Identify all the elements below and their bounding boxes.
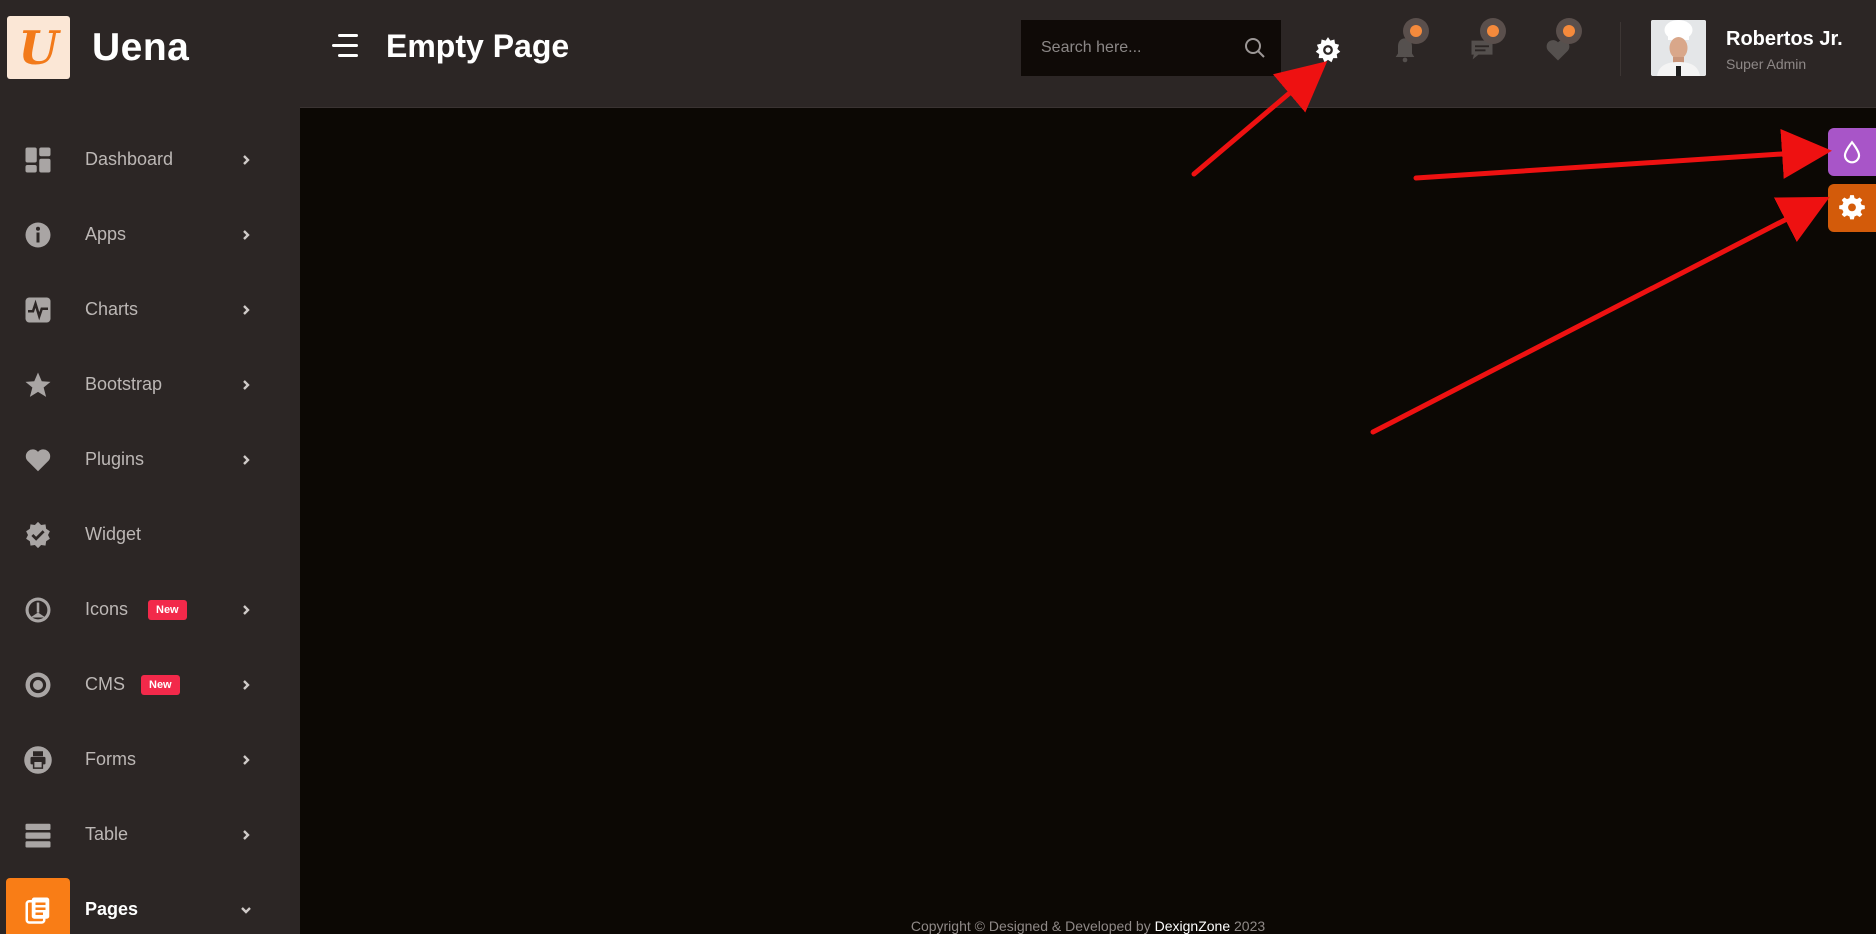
page-title: Empty Page bbox=[386, 28, 570, 64]
header-divider bbox=[1620, 22, 1621, 76]
gauge-icon bbox=[22, 594, 54, 626]
sidebar-item-icons[interactable]: Icons New bbox=[0, 572, 300, 647]
printer-icon bbox=[22, 744, 54, 776]
brand-name: Uena bbox=[92, 25, 190, 69]
theme-settings-icon[interactable] bbox=[1308, 30, 1348, 70]
heart-icon bbox=[22, 444, 54, 476]
theme-color-button[interactable] bbox=[1828, 128, 1876, 176]
user-name[interactable]: Robertos Jr. bbox=[1726, 28, 1843, 51]
sidebar-item-label: Forms bbox=[85, 749, 136, 769]
sidebar-item-cms[interactable]: CMS New bbox=[0, 647, 300, 722]
sidebar-item-label: Bootstrap bbox=[85, 374, 163, 394]
notifications-bell-icon[interactable] bbox=[1385, 18, 1429, 70]
chevron-right-icon bbox=[238, 302, 254, 318]
app-root: U Uena Dashboard Apps Charts Bootstrap P… bbox=[0, 0, 1876, 934]
user-role: Super Admin bbox=[1726, 56, 1807, 72]
chevron-right-icon bbox=[238, 227, 254, 243]
gear-icon bbox=[1839, 195, 1865, 220]
annotation-arrow bbox=[1370, 196, 1830, 435]
sidebar-item-apps[interactable]: Apps bbox=[0, 197, 300, 272]
badge-check-icon bbox=[22, 519, 54, 551]
favorites-heart-icon[interactable] bbox=[1538, 18, 1582, 70]
target-icon bbox=[22, 669, 54, 701]
layers-icon bbox=[22, 819, 54, 851]
settings-panel-button[interactable] bbox=[1828, 184, 1876, 232]
sidebar-item-label: Charts bbox=[85, 299, 139, 319]
menu-toggle-icon[interactable] bbox=[332, 34, 358, 58]
pages-icon bbox=[22, 894, 54, 926]
sidebar-item-label: Table bbox=[85, 824, 129, 844]
new-badge: New bbox=[148, 600, 187, 620]
pulse-chart-icon bbox=[22, 294, 54, 326]
sidebar-item-label: CMS bbox=[85, 674, 125, 694]
chevron-right-icon bbox=[238, 827, 254, 843]
logo[interactable]: U bbox=[7, 16, 70, 79]
sidebar-item-forms[interactable]: Forms bbox=[0, 722, 300, 797]
sidebar-item-table[interactable]: Table bbox=[0, 797, 300, 872]
avatar[interactable] bbox=[1651, 20, 1706, 76]
chevron-right-icon bbox=[238, 152, 254, 168]
sidebar-item-label: Widget bbox=[85, 524, 142, 544]
sidebar-menu: Dashboard Apps Charts Bootstrap Plugins … bbox=[0, 122, 300, 934]
sidebar: U Uena Dashboard Apps Charts Bootstrap P… bbox=[0, 0, 300, 934]
chevron-right-icon bbox=[238, 602, 254, 618]
sidebar-item-dashboard[interactable]: Dashboard bbox=[0, 122, 300, 197]
search-icon[interactable] bbox=[1243, 36, 1267, 60]
notification-dot bbox=[1556, 18, 1582, 44]
sidebar-item-widget[interactable]: Widget bbox=[0, 497, 300, 572]
chevron-right-icon bbox=[238, 377, 254, 393]
sidebar-item-label: Apps bbox=[85, 224, 127, 244]
footer-company-link[interactable]: DexignZone bbox=[1155, 918, 1231, 934]
chevron-right-icon bbox=[238, 452, 254, 468]
water-drop-icon bbox=[1843, 140, 1861, 164]
sidebar-item-label: Icons bbox=[85, 599, 129, 619]
sidebar-item-charts[interactable]: Charts bbox=[0, 272, 300, 347]
footer-year: 2023 bbox=[1234, 918, 1266, 934]
footer-prefix: Copyright © Designed & Developed by bbox=[910, 918, 1151, 934]
info-icon bbox=[22, 219, 54, 251]
dashboard-icon bbox=[22, 144, 54, 176]
chevron-down-icon bbox=[238, 902, 254, 918]
sidebar-item-label: Plugins bbox=[85, 449, 145, 469]
logo-letter: U bbox=[18, 20, 59, 75]
notification-dot bbox=[1403, 18, 1429, 44]
sidebar-item-plugins[interactable]: Plugins bbox=[0, 422, 300, 497]
annotation-arrow bbox=[1413, 129, 1832, 181]
new-badge: New bbox=[141, 675, 180, 695]
sidebar-item-label: Pages bbox=[85, 899, 139, 919]
sidebar-item-pages[interactable]: Pages bbox=[0, 872, 300, 934]
chevron-right-icon bbox=[238, 677, 254, 693]
chevron-right-icon bbox=[238, 752, 254, 768]
messages-chat-icon[interactable] bbox=[1462, 18, 1506, 70]
search-input[interactable] bbox=[1021, 39, 1221, 57]
search-box[interactable] bbox=[1021, 20, 1281, 76]
notification-dot bbox=[1480, 18, 1506, 44]
sidebar-item-label: Dashboard bbox=[85, 149, 174, 169]
sidebar-item-bootstrap[interactable]: Bootstrap bbox=[0, 347, 300, 422]
brand[interactable]: U Uena bbox=[7, 16, 189, 79]
footer: Copyright © Designed & Developed by Dexi… bbox=[300, 918, 1876, 934]
star-icon bbox=[22, 369, 54, 401]
